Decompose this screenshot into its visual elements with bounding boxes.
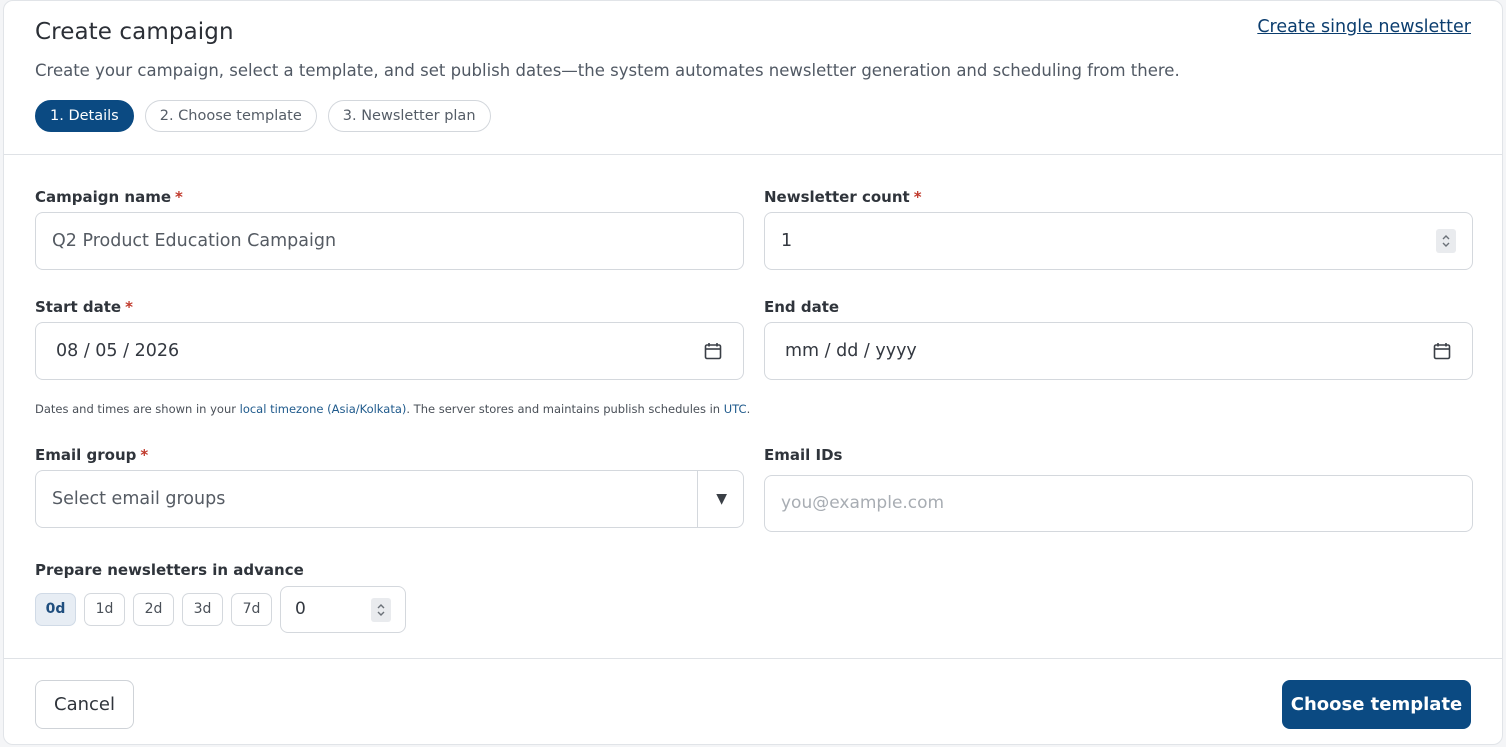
newsletter-count-label-text: Newsletter count bbox=[764, 188, 910, 206]
end-date-label: End date bbox=[764, 298, 839, 316]
email-group-select[interactable]: Select email groups ▼ bbox=[35, 470, 744, 528]
required-marker: * bbox=[913, 188, 922, 206]
campaign-name-label: Campaign name * bbox=[35, 188, 183, 206]
stepper: 1. Details 2. Choose template 3. Newslet… bbox=[35, 100, 491, 132]
start-date-input[interactable]: 08 / 05 / 2026 bbox=[35, 322, 744, 380]
campaign-name-label-text: Campaign name bbox=[35, 188, 172, 206]
page-title: Create campaign bbox=[35, 19, 234, 45]
calendar-icon[interactable] bbox=[1433, 342, 1451, 360]
advance-chip-0d[interactable]: 0d bbox=[35, 593, 76, 626]
email-ids-input[interactable]: you@example.com bbox=[764, 475, 1473, 532]
hint-suffix: . bbox=[746, 402, 751, 416]
advance-days-stepper[interactable] bbox=[371, 598, 391, 622]
end-date-input[interactable]: mm / dd / yyyy bbox=[764, 322, 1473, 380]
newsletter-count-input[interactable]: 1 bbox=[764, 212, 1473, 270]
advance-days-value: 0 bbox=[295, 599, 306, 619]
modal-header: Create campaign Create your campaign, se… bbox=[4, 1, 1502, 155]
calendar-icon[interactable] bbox=[704, 342, 722, 360]
stepper-arrows-icon bbox=[377, 604, 385, 616]
end-date-value: mm / dd / yyyy bbox=[785, 341, 917, 361]
step-details[interactable]: 1. Details bbox=[35, 100, 134, 132]
advance-chips: 0d 1d 2d 3d 7d 0 bbox=[35, 586, 406, 633]
advance-chip-2d[interactable]: 2d bbox=[133, 593, 174, 626]
start-date-label: Start date * bbox=[35, 298, 133, 316]
cancel-button[interactable]: Cancel bbox=[35, 680, 134, 729]
hint-timezone: local timezone (Asia/Kolkata) bbox=[239, 402, 407, 416]
step-newsletter-plan[interactable]: 3. Newsletter plan bbox=[327, 100, 491, 132]
create-single-newsletter-link[interactable]: Create single newsletter bbox=[1257, 17, 1471, 37]
campaign-name-value: Q2 Product Education Campaign bbox=[52, 231, 337, 251]
start-date-label-text: Start date bbox=[35, 298, 122, 316]
advance-label: Prepare newsletters in advance bbox=[35, 561, 304, 579]
page-subtitle: Create your campaign, select a template,… bbox=[35, 61, 1180, 80]
step-choose-template[interactable]: 2. Choose template bbox=[144, 100, 317, 132]
email-group-label-text: Email group bbox=[35, 446, 137, 464]
newsletter-count-value: 1 bbox=[781, 231, 793, 251]
email-group-label: Email group * bbox=[35, 446, 148, 464]
required-marker: * bbox=[125, 298, 133, 316]
end-date-label-text: End date bbox=[764, 298, 840, 316]
newsletter-count-stepper[interactable] bbox=[1436, 229, 1456, 253]
advance-chip-1d[interactable]: 1d bbox=[84, 593, 125, 626]
hint-middle: . The server stores and maintains publis… bbox=[406, 402, 724, 416]
advance-days-input[interactable]: 0 bbox=[280, 586, 406, 633]
newsletter-count-label: Newsletter count * bbox=[764, 188, 922, 206]
stepper-arrows-icon bbox=[1442, 235, 1450, 247]
campaign-name-input[interactable]: Q2 Product Education Campaign bbox=[35, 212, 744, 270]
required-marker: * bbox=[140, 446, 149, 464]
advance-label-text: Prepare newsletters in advance bbox=[35, 561, 304, 579]
required-marker: * bbox=[175, 188, 183, 206]
hint-prefix: Dates and times are shown in your bbox=[35, 402, 240, 416]
choose-template-button[interactable]: Choose template bbox=[1282, 680, 1471, 729]
email-ids-label: Email IDs bbox=[764, 446, 842, 464]
email-ids-placeholder: you@example.com bbox=[781, 493, 945, 513]
create-campaign-modal: Create campaign Create your campaign, se… bbox=[3, 0, 1503, 745]
email-group-placeholder: Select email groups bbox=[52, 489, 226, 509]
modal-footer: Cancel Choose template bbox=[4, 658, 1502, 744]
timezone-hint: Dates and times are shown in your local … bbox=[35, 402, 750, 416]
advance-chip-7d[interactable]: 7d bbox=[231, 593, 272, 626]
hint-utc: UTC bbox=[723, 402, 747, 416]
email-ids-label-text: Email IDs bbox=[764, 446, 843, 464]
advance-chip-3d[interactable]: 3d bbox=[182, 593, 223, 626]
select-divider bbox=[697, 471, 698, 527]
start-date-value: 08 / 05 / 2026 bbox=[56, 341, 180, 361]
caret-down-icon[interactable]: ▼ bbox=[716, 491, 727, 507]
